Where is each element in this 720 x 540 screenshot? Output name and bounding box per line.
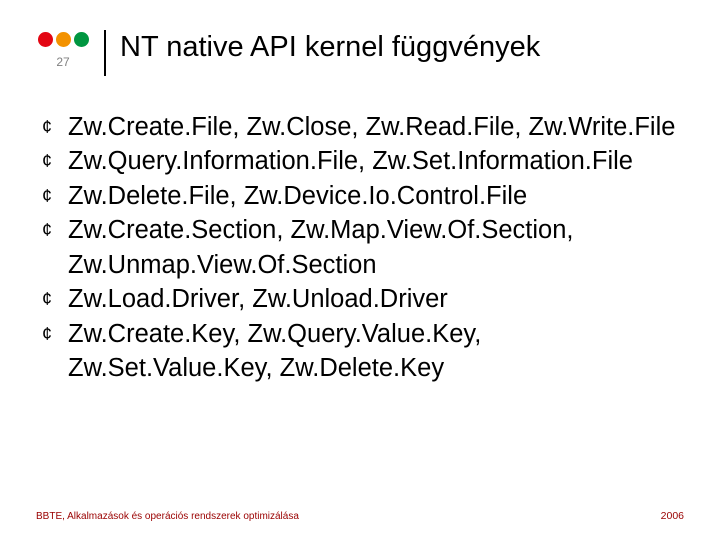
bullet-text: Zw.Query.Information.File, Zw.Set.Inform… [68,144,684,178]
bullet-icon: ¢ [42,179,68,213]
bullet-icon: ¢ [42,213,68,247]
bullet-list: ¢Zw.Create.File, Zw.Close, Zw.Read.File,… [42,110,684,385]
bullet-text: Zw.Delete.File, Zw.Device.Io.Control.Fil… [68,179,684,213]
dot-green-icon [74,32,89,47]
list-item: ¢Zw.Create.File, Zw.Close, Zw.Read.File,… [42,110,684,144]
slide-title: NT native API kernel függvények [120,30,540,65]
slide-number: 27 [56,55,69,69]
bullet-text: Zw.Create.Key, Zw.Query.Value.Key, Zw.Se… [68,317,684,386]
list-item: ¢Zw.Query.Information.File, Zw.Set.Infor… [42,144,684,178]
bullet-icon: ¢ [42,110,68,144]
slide-footer: BBTE, Alkalmazások és operációs rendszer… [36,510,684,522]
dot-orange-icon [56,32,71,47]
footer-left-text: BBTE, Alkalmazások és operációs rendszer… [36,511,299,522]
bullet-text: Zw.Create.File, Zw.Close, Zw.Read.File, … [68,110,684,144]
list-item: ¢Zw.Delete.File, Zw.Device.Io.Control.Fi… [42,179,684,213]
slide-header: 27 NT native API kernel függvények [36,28,684,76]
dot-red-icon [38,32,53,47]
header-dots-column: 27 [36,28,90,69]
bullet-icon: ¢ [42,282,68,316]
header-divider [104,30,106,76]
bullet-text: Zw.Create.Section, Zw.Map.View.Of.Sectio… [68,213,684,282]
list-item: ¢Zw.Create.Key, Zw.Query.Value.Key, Zw.S… [42,317,684,386]
bullet-icon: ¢ [42,317,68,351]
slide-body: ¢Zw.Create.File, Zw.Close, Zw.Read.File,… [36,110,684,385]
list-item: ¢Zw.Load.Driver, Zw.Unload.Driver [42,282,684,316]
list-item: ¢Zw.Create.Section, Zw.Map.View.Of.Secti… [42,213,684,282]
footer-year: 2006 [661,510,684,522]
bullet-icon: ¢ [42,144,68,178]
bullet-text: Zw.Load.Driver, Zw.Unload.Driver [68,282,684,316]
slide: 27 NT native API kernel függvények ¢Zw.C… [0,0,720,540]
color-dots [38,32,89,47]
